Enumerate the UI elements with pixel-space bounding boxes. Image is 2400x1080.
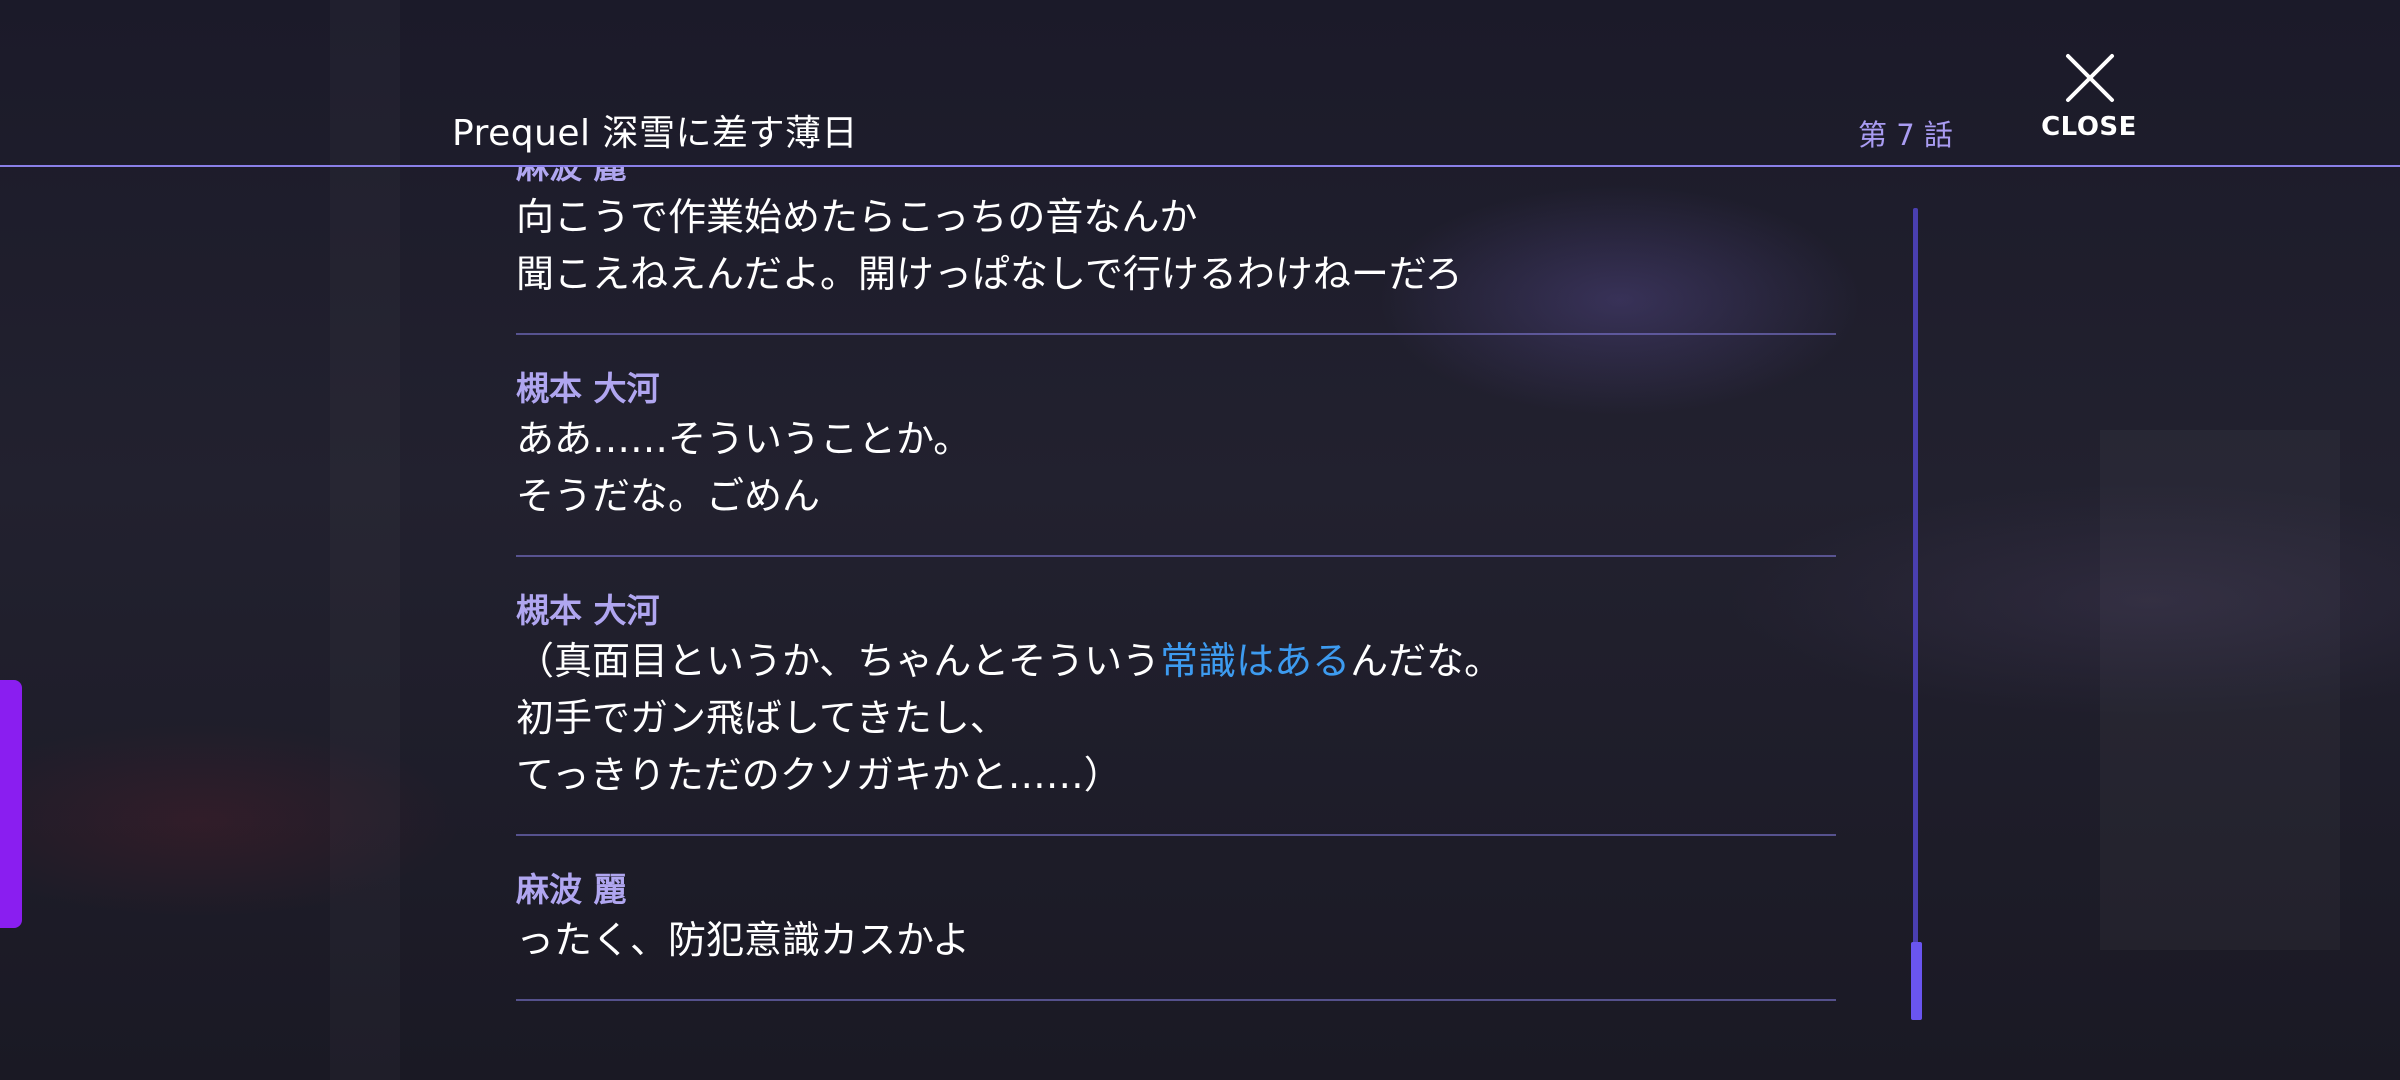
background-shelf: [2100, 430, 2340, 950]
backlog-scroll-area[interactable]: 麻波 麗 向こうで作業始めたらこっちの音なんか 聞こえねえんだよ。開けっぱなしで…: [500, 167, 1860, 1080]
dialogue-line: てっきりただのクソガキかと……）: [516, 753, 1122, 797]
speaker-name: 槻本 大河: [516, 369, 660, 408]
log-entry: 槻本 大河 ああ……そういうことか。 そうだな。ごめん: [516, 367, 1836, 557]
close-icon: [2066, 54, 2114, 102]
dialogue-line: 向こうで作業始めたらこっちの音なんか: [516, 195, 1198, 239]
dialogue-line: 初手でガン飛ばしてきたし、: [516, 696, 1008, 740]
side-menu-tab[interactable]: [0, 680, 22, 928]
story-title: Prequel 深雪に差す薄日: [452, 113, 858, 154]
scrollbar-track[interactable]: [1913, 208, 1918, 1020]
dialogue-line: （真面目というか、ちゃんとそういう常識はあるんだな。: [516, 633, 1836, 690]
dialogue-line: 聞こえねえんだよ。開けっぱなしで行けるわけねーだろ: [516, 252, 1463, 296]
dialogue-line: ったく、防犯意識カスかよ: [516, 918, 971, 962]
scrollbar-thumb[interactable]: [1911, 942, 1922, 1020]
dialogue-text: （真面目というか、ちゃんとそういう: [516, 639, 1161, 683]
dialogue-line: ああ……そういうことか。: [516, 417, 972, 461]
backlog-list: 麻波 麗 向こうで作業始めたらこっちの音なんか 聞こえねえんだよ。開けっぱなしで…: [516, 167, 1836, 1033]
log-entry: 槻本 大河 （真面目というか、ちゃんとそういう常識はあるんだな。 初手でガン飛ば…: [516, 589, 1836, 836]
highlighted-keyword[interactable]: 常識はある: [1160, 639, 1350, 683]
speaker-name: 麻波 麗: [516, 167, 1836, 189]
close-label: CLOSE: [2041, 112, 2137, 142]
dialogue-text: んだな。: [1350, 639, 1503, 683]
log-entry: 麻波 麗 ったく、防犯意識カスかよ: [516, 868, 1836, 1001]
dialogue-line: そうだな。ごめん: [516, 474, 821, 518]
log-entry: 麻波 麗 向こうで作業始めたらこっちの音なんか 聞こえねえんだよ。開けっぱなしで…: [516, 167, 1836, 335]
speaker-name: 槻本 大河: [516, 591, 660, 630]
speaker-name: 麻波 麗: [516, 870, 627, 909]
episode-label: 第 7 話: [1858, 118, 1953, 152]
backlog-screen: Prequel 深雪に差す薄日 第 7 話 CLOSE 麻波 麗 向こうで作業始…: [0, 0, 2400, 1080]
background-wall-panel: [330, 0, 400, 1080]
close-button[interactable]: CLOSE: [2036, 48, 2142, 148]
